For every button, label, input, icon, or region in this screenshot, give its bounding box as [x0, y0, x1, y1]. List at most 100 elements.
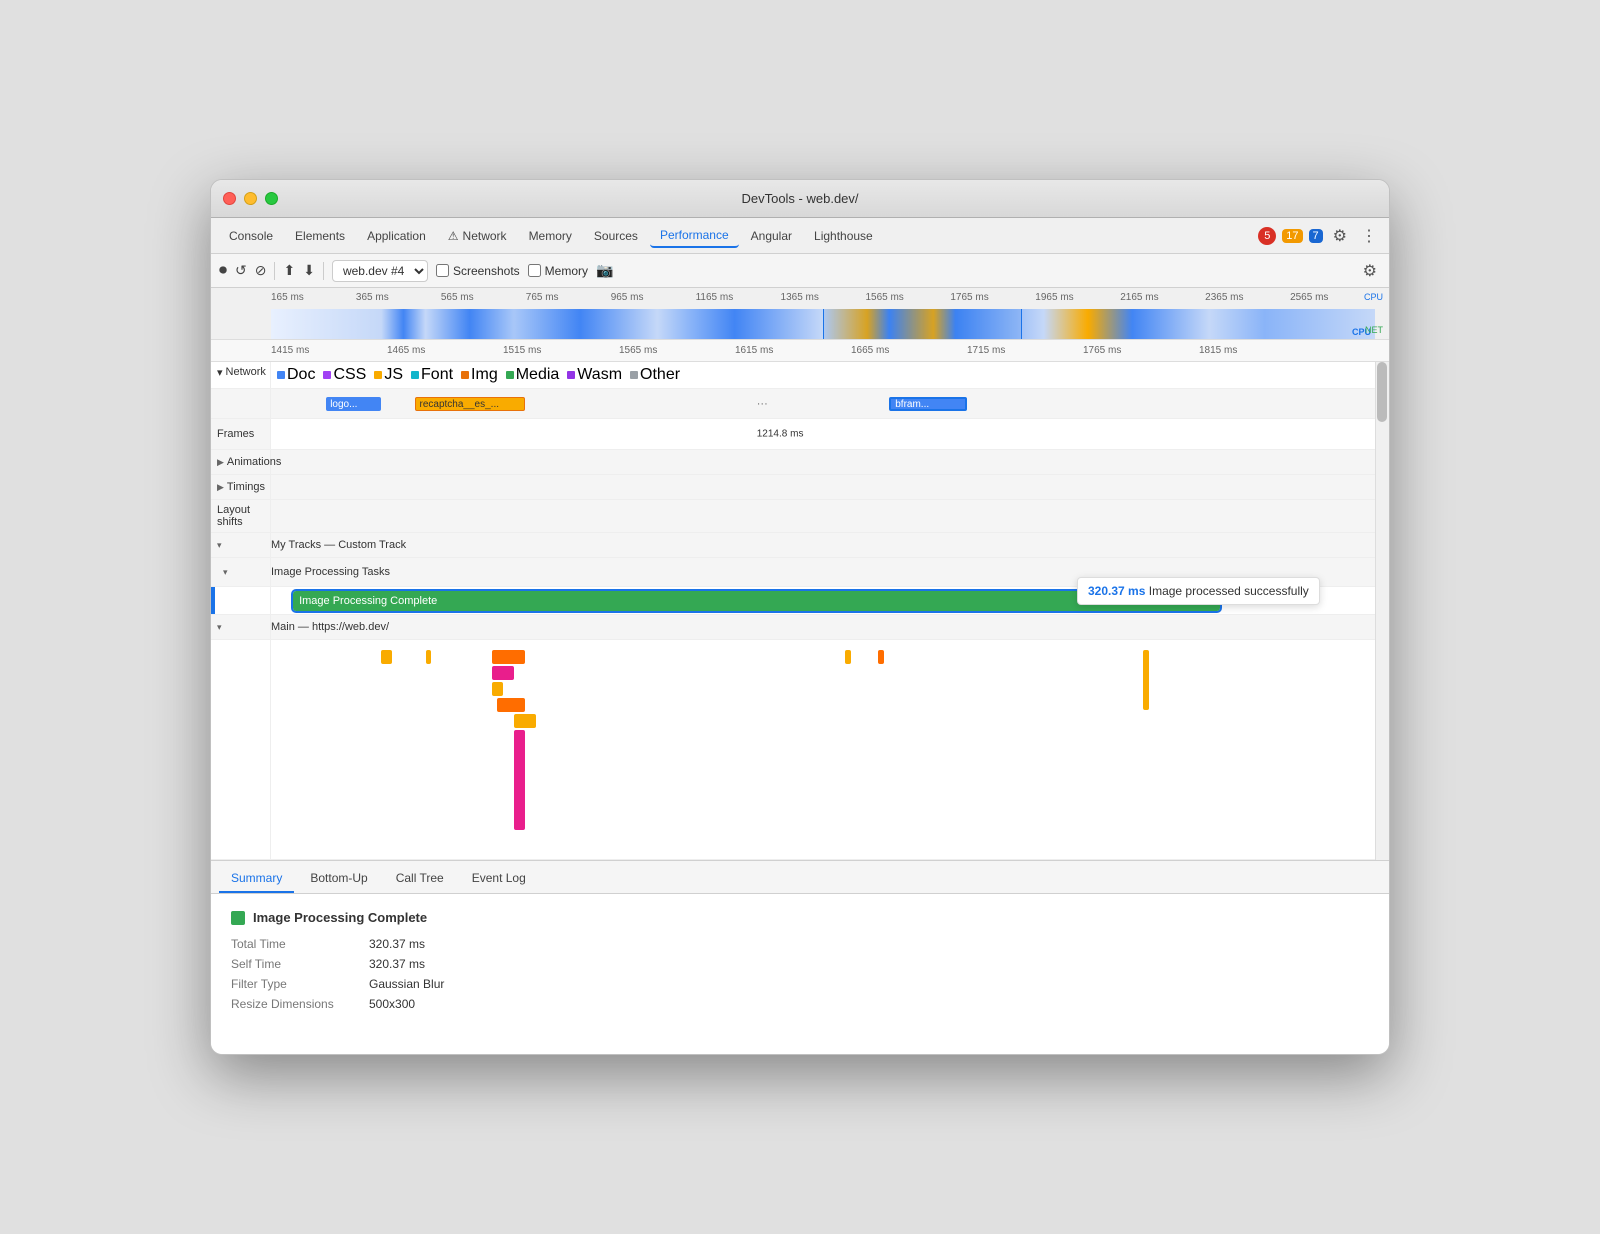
b-time-1: 1465 ms: [387, 345, 503, 356]
flame-3[interactable]: [492, 666, 514, 680]
time-label-10: 2165 ms: [1120, 292, 1205, 303]
time-label-5: 1165 ms: [696, 292, 781, 303]
resize-key: Resize Dimensions: [231, 997, 361, 1011]
timings-content: [271, 475, 1375, 499]
tab-performance[interactable]: Performance: [650, 224, 739, 248]
flame-8[interactable]: [845, 650, 851, 664]
flame-10[interactable]: [1143, 650, 1149, 710]
camera-icon[interactable]: 📷: [596, 262, 613, 279]
minimize-button[interactable]: [244, 192, 257, 205]
tab-application[interactable]: Application: [357, 225, 436, 247]
flame-5[interactable]: [497, 698, 525, 712]
maximize-button[interactable]: [265, 192, 278, 205]
scrollbar-thumb[interactable]: [1377, 362, 1387, 422]
time-label-1: 365 ms: [356, 292, 441, 303]
time-label-12: 2565 ms: [1290, 292, 1375, 303]
flame-4[interactable]: [492, 682, 503, 696]
time-ruler-bottom: 1415 ms 1465 ms 1515 ms 1565 ms 1615 ms …: [211, 340, 1389, 362]
tab-sources[interactable]: Sources: [584, 225, 648, 247]
vertical-scrollbar[interactable]: [1375, 362, 1389, 860]
close-button[interactable]: [223, 192, 236, 205]
profile-select[interactable]: web.dev #4: [332, 260, 428, 282]
tab-lighthouse[interactable]: Lighthouse: [804, 225, 883, 247]
b-time-5: 1665 ms: [851, 345, 967, 356]
custom-track-label-cell: ▾: [211, 533, 271, 557]
more-icon[interactable]: ⋮: [1357, 222, 1381, 250]
custom-track-expand-icon[interactable]: ▾: [217, 540, 222, 551]
tooltip-time: 320.37 ms: [1088, 584, 1145, 598]
time-label-6: 1365 ms: [781, 292, 866, 303]
legend-label-js: JS: [384, 366, 403, 384]
b-time-7: 1765 ms: [1083, 345, 1199, 356]
frames-label-cell: Frames: [211, 419, 271, 449]
tab-memory[interactable]: Memory: [519, 225, 582, 247]
summary-title-text: Image Processing Complete: [253, 910, 427, 925]
network-bars-area: logo... recaptcha__es_... ··· bfram...: [271, 389, 1375, 418]
animations-content: [271, 450, 1375, 474]
network-row: ▾ Network Doc CSS JS: [211, 362, 1375, 389]
clear-button[interactable]: ⊘: [255, 262, 267, 279]
flame-6[interactable]: [514, 714, 536, 728]
network-bar-recaptcha-label: recaptcha__es_...: [420, 399, 500, 410]
timings-expand-icon[interactable]: ▶: [217, 482, 224, 493]
tab-network[interactable]: ⚠ Network: [438, 225, 517, 247]
image-tasks-expand-icon[interactable]: ▾: [223, 567, 228, 578]
download-button[interactable]: ⬇: [303, 262, 315, 279]
tab-elements[interactable]: Elements: [285, 225, 355, 247]
tab-call-tree[interactable]: Call Tree: [384, 865, 456, 893]
legend-img: Img: [461, 366, 498, 384]
network-bar-bfram[interactable]: bfram...: [889, 397, 966, 411]
tab-summary[interactable]: Summary: [219, 865, 294, 893]
summary-panel: Image Processing Complete Total Time 320…: [211, 894, 1389, 1054]
tab-angular[interactable]: Angular: [741, 225, 802, 247]
legend-media: Media: [506, 366, 560, 384]
layout-shifts-content: [271, 500, 1375, 532]
memory-checkbox[interactable]: [528, 264, 541, 277]
summary-row-filter: Filter Type Gaussian Blur: [231, 977, 1369, 991]
task-bar-area: Image Processing Complete 320.37 ms Imag…: [271, 587, 1375, 614]
window-title: DevTools - web.dev/: [741, 191, 858, 206]
flame-0[interactable]: [381, 650, 392, 664]
legend-label-doc: Doc: [287, 366, 315, 384]
title-bar: DevTools - web.dev/: [211, 180, 1389, 218]
custom-track-content: My Tracks — Custom Track: [271, 533, 1375, 557]
tab-console[interactable]: Console: [219, 225, 283, 247]
flame-2[interactable]: [492, 650, 525, 664]
screenshots-checkbox[interactable]: [436, 264, 449, 277]
total-time-key: Total Time: [231, 937, 361, 951]
upload-button[interactable]: ⬆: [283, 262, 295, 279]
time-label-8: 1765 ms: [950, 292, 1035, 303]
memory-label: Memory: [545, 264, 588, 278]
network-row-label: Network: [226, 366, 266, 378]
flame-1[interactable]: [426, 650, 432, 664]
tab-event-log[interactable]: Event Log: [460, 865, 538, 893]
timeline-overview[interactable]: 165 ms 365 ms 565 ms 765 ms 965 ms 1165 …: [211, 288, 1389, 340]
tab-bottom-up[interactable]: Bottom-Up: [298, 865, 379, 893]
timeline-chart: CPU: [271, 309, 1375, 339]
settings-icon[interactable]: ⚙: [1329, 222, 1351, 250]
b-time-4: 1615 ms: [735, 345, 851, 356]
time-label-9: 1965 ms: [1035, 292, 1120, 303]
record-button[interactable]: ⏺: [219, 262, 227, 280]
main-toolbar: Console Elements Application ⚠ Network M…: [211, 218, 1389, 254]
memory-checkbox-wrap: Memory: [528, 264, 588, 278]
network-bar-recaptcha[interactable]: recaptcha__es_...: [415, 397, 525, 411]
network-bar-logo[interactable]: logo...: [326, 397, 381, 411]
animations-expand-icon[interactable]: ▶: [217, 457, 224, 468]
legend-label-font: Font: [421, 366, 453, 384]
ellipsis: ···: [757, 398, 768, 410]
summary-row-resize: Resize Dimensions 500x300: [231, 997, 1369, 1011]
reload-record-button[interactable]: ↺: [235, 262, 247, 279]
main-thread-content-header: Main — https://web.dev/: [271, 615, 1375, 639]
perf-settings-icon[interactable]: ⚙: [1359, 259, 1381, 284]
main-thread-label: Main — https://web.dev/: [271, 621, 389, 633]
legend-label-img: Img: [471, 366, 498, 384]
summary-color-box: [231, 911, 245, 925]
main-expand-icon[interactable]: ▾: [217, 622, 222, 633]
collapse-icon[interactable]: ▾: [217, 366, 223, 379]
time-label-11: 2365 ms: [1205, 292, 1290, 303]
flame-9[interactable]: [878, 650, 884, 664]
layout-shifts-label-cell: Layout shifts: [211, 500, 271, 532]
flame-7[interactable]: [514, 730, 525, 830]
tab-network-label: Network: [463, 229, 507, 243]
